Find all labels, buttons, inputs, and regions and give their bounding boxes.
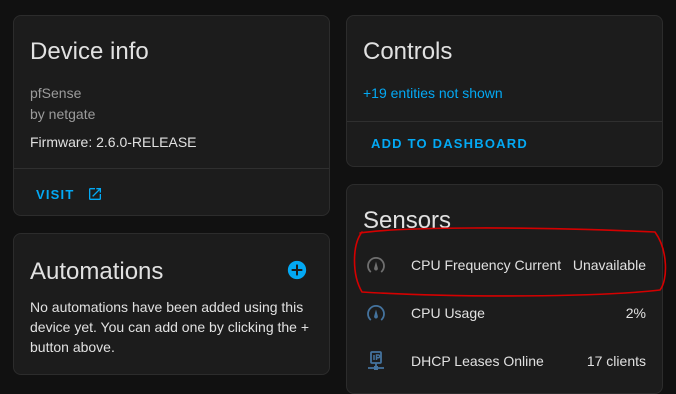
sensor-state: 2% [625, 305, 646, 321]
device-manufacturer: by netgate [30, 106, 96, 122]
sensor-name: CPU Frequency Current [411, 257, 562, 273]
automations-title: Automations [30, 258, 164, 285]
sensor-name: CPU Usage [411, 305, 485, 321]
controls-title: Controls [363, 38, 453, 65]
sensor-row-cpu-usage[interactable]: CPU Usage 2% [347, 293, 662, 333]
sensor-row-cpu-frequency[interactable]: CPU Frequency Current Unavailable [347, 245, 662, 285]
sensor-state: 17 clients [586, 353, 646, 369]
sensors-title: Sensors [363, 207, 452, 234]
gauge-icon [367, 304, 385, 321]
device-model: pfSense [30, 85, 82, 101]
controls-divider [347, 121, 662, 122]
open-in-new-icon [88, 188, 101, 200]
device-info-card: Device info pfSense by netgate Firmware:… [13, 15, 330, 216]
device-info-divider [14, 168, 329, 169]
sensor-row-dhcp-leases[interactable]: DHCP Leases Online 17 clients [347, 341, 662, 381]
visit-label: VISIT [36, 186, 75, 202]
visit-button[interactable]: VISIT [36, 182, 103, 206]
gauge-icon [367, 256, 385, 273]
automations-empty-text: No automations have been added using thi… [30, 299, 310, 355]
device-firmware: Firmware: 2.6.0-RELEASE [30, 134, 197, 150]
device-info-title: Device info [30, 38, 149, 65]
sensor-state: Unavailable [572, 257, 646, 273]
hidden-entities-link[interactable]: +19 entities not shown [363, 85, 503, 101]
add-automation-icon[interactable] [287, 260, 307, 280]
automations-card: Automations No automations have been add… [13, 233, 330, 375]
controls-card: Controls +19 entities not shown ADD TO D… [346, 15, 663, 167]
add-to-dashboard-button[interactable]: ADD TO DASHBOARD [371, 136, 528, 151]
sensor-name: DHCP Leases Online [411, 353, 544, 369]
ip-network-icon [368, 351, 384, 370]
sensors-card: Sensors CPU Frequency Current Unavailabl… [346, 184, 663, 394]
